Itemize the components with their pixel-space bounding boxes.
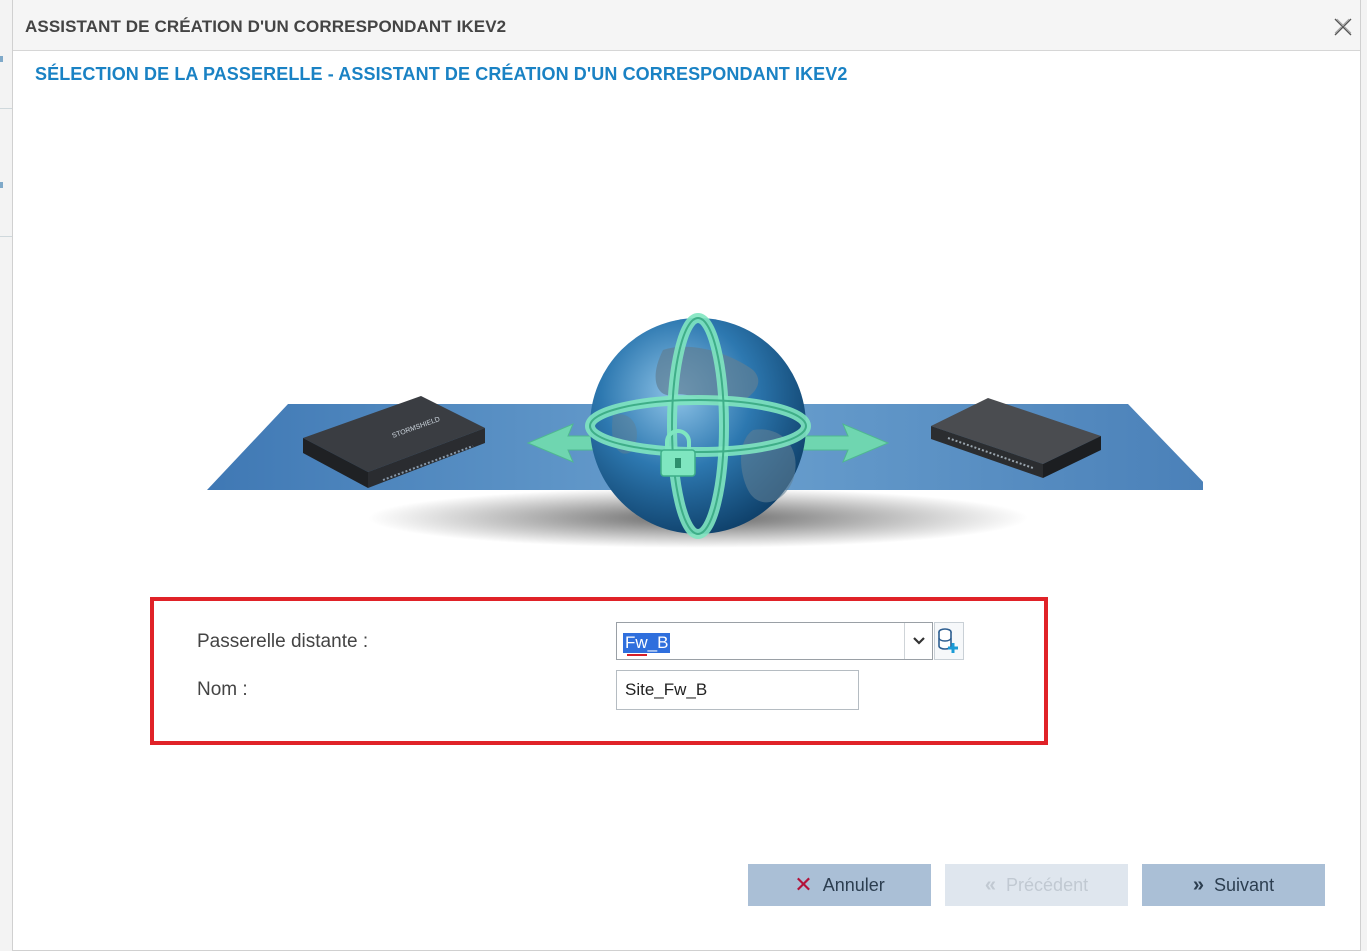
gateway-selection-panel: Passerelle distante : Fw_B Nom : <box>150 597 1048 745</box>
close-icon: ✕ <box>794 872 813 897</box>
globe-icon <box>585 313 811 539</box>
vpn-tunnel-illustration: STORMSHIELD <box>207 313 1203 548</box>
background-divider <box>0 108 12 109</box>
dialog-titlebar: ASSISTANT DE CRÉATION D'UN CORRESPONDANT… <box>13 0 1360 51</box>
chevron-down-icon[interactable] <box>904 623 932 659</box>
close-icon[interactable] <box>1332 16 1354 38</box>
dialog-title: ASSISTANT DE CRÉATION D'UN CORRESPONDANT… <box>25 17 507 36</box>
name-input[interactable] <box>616 670 859 710</box>
wizard-step-title: SÉLECTION DE LA PASSERELLE - ASSISTANT D… <box>35 64 848 84</box>
double-chevron-left-icon: « <box>984 874 997 896</box>
previous-button-label: Précédent <box>1006 874 1089 895</box>
background-divider <box>0 236 12 237</box>
name-label: Nom : <box>197 679 248 700</box>
background-marker <box>0 56 3 62</box>
next-button[interactable]: » Suivant <box>1142 864 1325 906</box>
cancel-button[interactable]: ✕ Annuler <box>748 864 931 906</box>
add-object-icon[interactable] <box>934 622 964 660</box>
next-button-label: Suivant <box>1214 874 1275 895</box>
cancel-button-label: Annuler <box>822 874 885 895</box>
remote-gateway-select[interactable]: Fw_B <box>616 622 933 660</box>
background-marker <box>0 182 3 188</box>
spellcheck-underline <box>627 654 647 656</box>
double-chevron-right-icon: » <box>1192 874 1205 896</box>
remote-gateway-label: Passerelle distante : <box>197 631 369 652</box>
remote-gateway-selected-value[interactable]: Fw_B <box>623 633 671 653</box>
previous-button: « Précédent <box>945 864 1128 906</box>
wizard-dialog: ASSISTANT DE CRÉATION D'UN CORRESPONDANT… <box>12 0 1361 951</box>
